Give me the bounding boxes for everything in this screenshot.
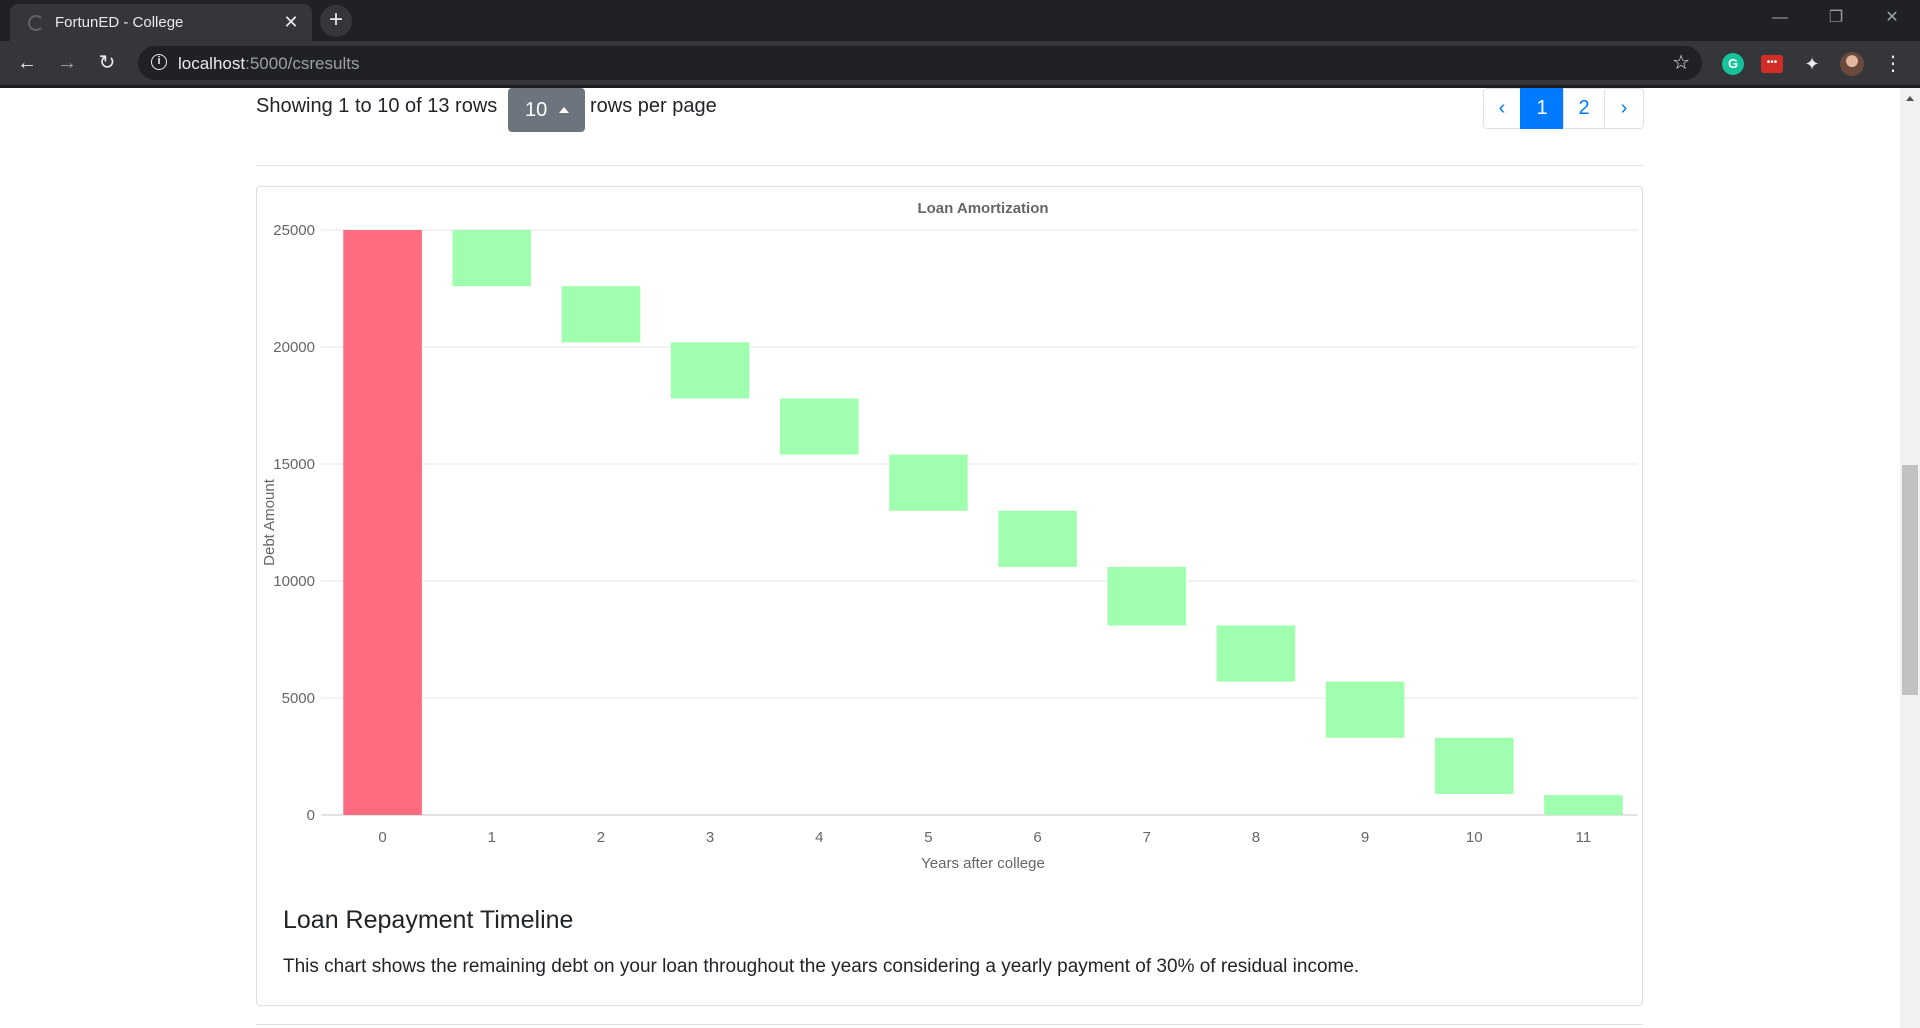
pagination-info: Showing 1 to 10 of 13 rows: [256, 95, 498, 117]
x-tick-label: 8: [1252, 829, 1260, 846]
grammarly-extension-icon[interactable]: G: [1722, 53, 1744, 75]
x-tick-label: 3: [706, 829, 714, 846]
y-tick-label: 0: [307, 807, 315, 824]
y-tick-label: 10000: [273, 573, 315, 590]
bar-year-11: [1544, 795, 1623, 815]
y-tick-label: 25000: [273, 222, 315, 239]
pagination-next[interactable]: ›: [1604, 88, 1644, 129]
loan-amortization-chart: 0 5000 10000 15000 20000 25000 0 1 2 3 4 5 6 7 8 9 10 11 L…: [261, 200, 1638, 872]
x-axis-label: Years after college: [921, 855, 1045, 872]
bar-year-9: [1325, 681, 1405, 738]
rows-per-page-label: rows per page: [590, 95, 717, 117]
page-size-dropdown[interactable]: 10: [508, 88, 585, 132]
caret-up-icon: [559, 107, 569, 113]
new-tab-button[interactable]: +: [320, 5, 352, 37]
x-tick-label: 4: [815, 829, 823, 846]
section-description: This chart shows the remaining debt on y…: [283, 956, 1360, 977]
close-window-icon[interactable]: ✕: [1864, 0, 1920, 36]
section-title: Loan Repayment Timeline: [283, 906, 574, 934]
bookmark-star-icon[interactable]: ☆: [1672, 50, 1690, 75]
bar-year-8: [1216, 625, 1296, 682]
x-tick-label: 0: [378, 829, 386, 846]
url-host: localhost: [178, 54, 246, 73]
close-tab-icon[interactable]: ✕: [280, 11, 302, 33]
y-axis-label: Debt Amount: [261, 478, 278, 566]
x-tick-label: 11: [1576, 829, 1592, 846]
y-tick-label: 15000: [273, 456, 315, 473]
bar-year-5: [889, 454, 968, 511]
lastpass-extension-icon[interactable]: •••: [1761, 55, 1783, 73]
extensions-puzzle-icon[interactable]: ✦: [1801, 53, 1823, 75]
x-tick-label: 6: [1033, 829, 1041, 846]
bar-year-10: [1434, 737, 1514, 794]
profile-avatar[interactable]: [1840, 52, 1864, 76]
x-tick-label: 5: [924, 829, 932, 846]
y-tick-label: 5000: [282, 690, 315, 707]
tab-title: FortunED - College: [55, 14, 184, 31]
y-tick-label: 20000: [273, 339, 315, 356]
next-card-edge: [256, 1024, 1643, 1028]
url-text: localhost:5000/csresults: [178, 54, 359, 74]
address-bar[interactable]: i localhost:5000/csresults ☆: [138, 46, 1702, 80]
pagination-page-2[interactable]: 2: [1563, 88, 1605, 129]
scrollbar-thumb[interactable]: [1902, 465, 1918, 695]
reload-icon[interactable]: ↻: [93, 49, 121, 77]
chart-title: Loan Amortization: [917, 200, 1048, 217]
bar-year-1: [452, 230, 532, 287]
pagination: ‹ 1 2 ›: [1483, 88, 1644, 129]
x-tick-label: 2: [597, 829, 605, 846]
x-tick-label: 9: [1361, 829, 1369, 846]
minimize-icon[interactable]: —: [1752, 0, 1808, 36]
browser-tabstrip: FortunED - College ✕ + — ❐ ✕: [0, 0, 1920, 41]
x-tick-label: 10: [1466, 829, 1483, 846]
kebab-menu-icon[interactable]: ⋮: [1882, 53, 1904, 75]
loan-chart-card: 0 5000 10000 15000 20000 25000 0 1 2 3 4 5 6 7 8 9 10 11 L…: [256, 186, 1643, 1006]
loading-icon: [28, 15, 44, 31]
restore-icon[interactable]: ❐: [1808, 0, 1864, 36]
bar-year-7: [1107, 566, 1187, 626]
browser-toolbar: ← → ↻ i localhost:5000/csresults ☆: [0, 41, 1920, 85]
section-divider: [256, 165, 1643, 166]
bar-year-4: [779, 398, 859, 455]
url-path: :5000/csresults: [245, 54, 360, 73]
bar-year-0: [343, 230, 422, 815]
x-tick-label: 1: [488, 829, 496, 846]
site-info-icon[interactable]: i: [151, 54, 167, 70]
page-size-value: 10: [525, 99, 548, 121]
pagination-page-1[interactable]: 1: [1520, 88, 1564, 129]
page-scrollbar[interactable]: [1900, 88, 1920, 1028]
browser-tab[interactable]: FortunED - College ✕: [10, 4, 312, 41]
x-tick-label: 7: [1143, 829, 1151, 846]
bar-year-3: [670, 342, 750, 399]
bar-year-6: [998, 510, 1077, 567]
scroll-up-arrow-icon[interactable]: [1906, 96, 1914, 101]
forward-arrow-icon[interactable]: →: [53, 49, 81, 77]
bar-year-2: [561, 286, 641, 343]
back-arrow-icon[interactable]: ←: [13, 49, 41, 77]
window-controls: — ❐ ✕: [1752, 0, 1920, 36]
pagination-prev[interactable]: ‹: [1483, 88, 1521, 129]
